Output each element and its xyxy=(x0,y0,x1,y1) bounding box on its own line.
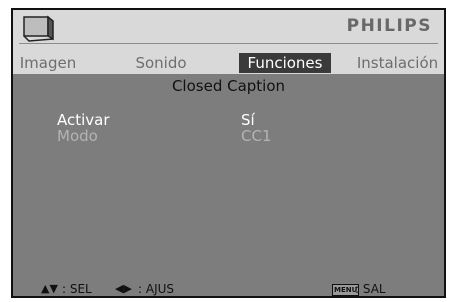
setting-row-modo[interactable]: Modo CC1 xyxy=(57,127,417,145)
tab-funciones[interactable]: Funciones xyxy=(239,53,331,73)
section-title: Closed Caption xyxy=(171,77,286,95)
tv-icon xyxy=(23,15,54,42)
key-hints: ▲▼ : SEL ◀▶ : AJUS MENU : SAL xyxy=(13,280,444,296)
adjust-hint: : AJUS xyxy=(138,282,175,296)
select-hint: : SEL xyxy=(62,282,92,296)
setting-label: Modo xyxy=(57,127,98,145)
setting-value[interactable]: CC1 xyxy=(241,127,272,145)
tab-sonido[interactable]: Sonido xyxy=(123,53,199,73)
menu-tabs: Imagen Sonido Funciones Instalación xyxy=(13,52,444,74)
brand-logo: PHILIPS xyxy=(346,16,432,36)
header-divider xyxy=(19,43,438,44)
left-right-arrows-icon: ◀▶ xyxy=(115,282,132,295)
osd-menu-panel: PHILIPS Imagen Sonido Funciones Instalac… xyxy=(11,8,446,298)
tab-instalacion[interactable]: Instalación xyxy=(349,53,444,73)
up-down-arrows-icon: ▲▼ xyxy=(41,282,58,295)
exit-hint: : SAL xyxy=(355,282,386,296)
tab-imagen[interactable]: Imagen xyxy=(13,53,83,73)
menu-header: PHILIPS xyxy=(13,10,444,52)
